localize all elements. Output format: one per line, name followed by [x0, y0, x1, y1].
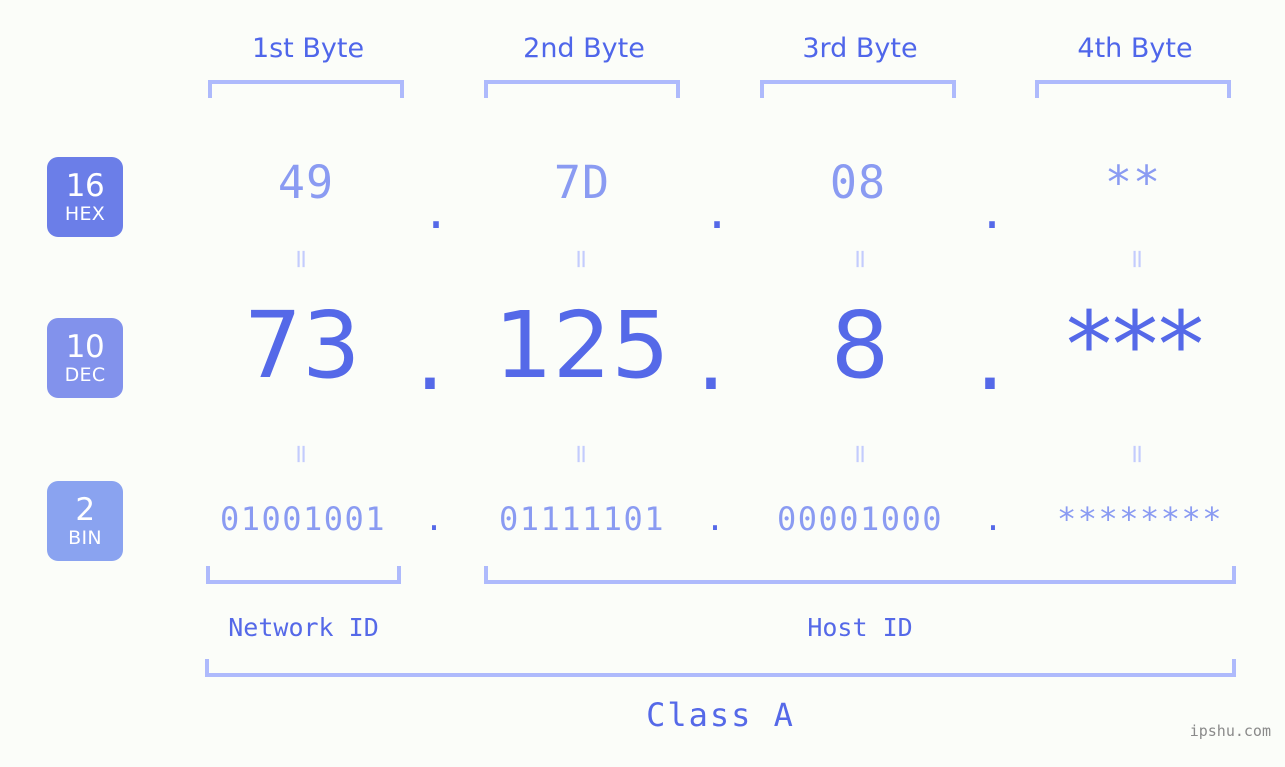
equals-sign-hex-dec-4: =	[1122, 248, 1152, 270]
network-id-bracket	[206, 566, 401, 584]
hex-byte-2: 7D	[553, 156, 611, 209]
equals-sign-dec-bin-3: =	[845, 443, 875, 465]
dec-separator-1: .	[415, 304, 445, 411]
equals-sign-dec-bin-2: =	[566, 443, 596, 465]
equals-sign-dec-bin-1: =	[286, 443, 316, 465]
hex-byte-1: 49	[277, 156, 335, 209]
bin-byte-1: 01001001	[219, 500, 387, 538]
host-id-label: Host ID	[807, 613, 913, 642]
base-badge-dec[interactable]: 10 DEC	[47, 318, 123, 398]
host-id-bracket	[484, 566, 1236, 584]
byte-bracket-3	[760, 80, 956, 98]
equals-sign-hex-dec-3: =	[845, 248, 875, 270]
equals-sign-hex-dec-2: =	[566, 248, 596, 270]
dec-separator-3: .	[975, 304, 1005, 411]
equals-sign-dec-bin-4: =	[1122, 443, 1152, 465]
hex-separator-3: .	[978, 186, 1006, 239]
network-id-label: Network ID	[228, 613, 379, 642]
base-badge-hex-radix: 16	[65, 167, 105, 204]
base-badge-hex-name: HEX	[64, 202, 106, 225]
hex-byte-4: **	[1104, 156, 1162, 209]
dec-separator-2: .	[696, 304, 726, 411]
byte-header-1: 1st Byte	[251, 33, 365, 64]
byte-bracket-2	[484, 80, 680, 98]
dec-byte-1: 73	[243, 292, 361, 399]
site-watermark: ipshu.com	[1189, 722, 1271, 740]
hex-separator-1: .	[422, 186, 450, 239]
ip-breakdown-diagram: 1st Byte 2nd Byte 3rd Byte 4th Byte 16 H…	[0, 0, 1285, 767]
base-badge-hex[interactable]: 16 HEX	[47, 157, 123, 237]
hex-separator-2: .	[703, 186, 731, 239]
byte-header-3: 3rd Byte	[802, 33, 918, 64]
byte-header-4: 4th Byte	[1077, 33, 1193, 64]
base-badge-bin-name: BIN	[68, 526, 102, 549]
equals-sign-hex-dec-1: =	[286, 248, 316, 270]
class-label: Class A	[646, 696, 795, 734]
bin-separator-1: .	[424, 500, 444, 538]
dec-byte-3: 8	[830, 292, 890, 399]
byte-bracket-1	[208, 80, 404, 98]
bin-byte-3: 00001000	[776, 500, 944, 538]
base-badge-dec-name: DEC	[64, 363, 106, 386]
base-badge-dec-radix: 10	[65, 328, 105, 365]
byte-header-2: 2nd Byte	[523, 33, 645, 64]
hex-byte-3: 08	[829, 156, 887, 209]
dec-byte-2: 125	[494, 292, 670, 399]
byte-bracket-4	[1035, 80, 1231, 98]
bin-byte-2: 01111101	[498, 500, 666, 538]
base-badge-bin[interactable]: 2 BIN	[47, 481, 123, 561]
bin-separator-3: .	[983, 500, 1003, 538]
bin-separator-2: .	[705, 500, 725, 538]
base-badge-bin-radix: 2	[75, 491, 95, 528]
dec-byte-4: ***	[1066, 292, 1204, 399]
bin-byte-4: ********	[1056, 500, 1224, 538]
class-bracket	[205, 659, 1236, 677]
